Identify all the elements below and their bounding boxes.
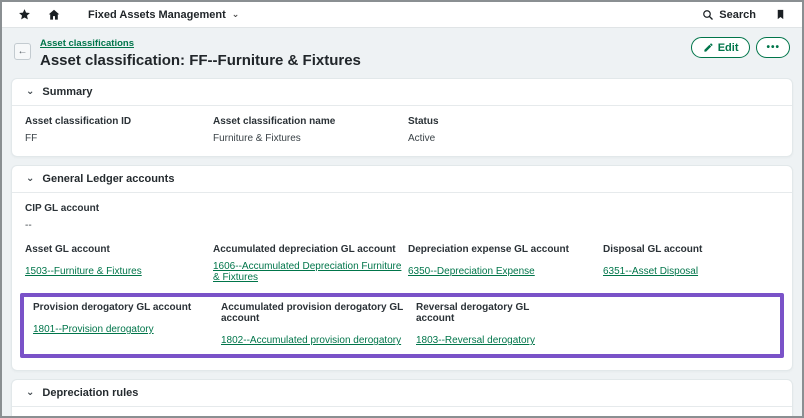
field-label: Provision derogatory GL account [33, 302, 221, 313]
chevron-down-icon: ⌄ [26, 87, 34, 97]
field-cip-gl-account: CIP GL account -- [25, 203, 779, 231]
section-title: General Ledger accounts [42, 173, 174, 185]
top-bar: Fixed Assets Management ⌄ Search [2, 2, 802, 28]
back-button[interactable]: ← [14, 43, 31, 60]
section-title: Summary [42, 86, 92, 98]
page-header: ← Asset classifications Asset classifica… [2, 28, 802, 76]
gl-account-link[interactable]: 1606--Accumulated Depreciation Furniture… [213, 261, 408, 283]
field-label: Asset classification name [213, 116, 408, 127]
home-icon[interactable] [44, 5, 64, 25]
field-reversal-derogatory-gl-account: Reversal derogatory GL account 1803--Rev… [416, 302, 564, 348]
field-label: Depreciation expense GL account [408, 244, 603, 255]
depreciation-rules-section-toggle[interactable]: ⌄ Depreciation rules [12, 380, 792, 407]
section-title: Depreciation rules [42, 387, 138, 399]
gl-account-link[interactable]: 6350--Depreciation Expense [408, 266, 535, 277]
annotation-box-derogatory-accounts: Provision derogatory GL account 1801--Pr… [20, 293, 784, 358]
gl-account-link[interactable]: 1503--Furniture & Fixtures [25, 266, 142, 277]
field-asset-classification-id: Asset classification ID FF [25, 116, 213, 144]
app-window: Fixed Assets Management ⌄ Search ← Asset… [0, 0, 804, 418]
gl-account-link[interactable]: 1803--Reversal derogatory [416, 335, 535, 346]
chevron-down-icon: ⌄ [232, 10, 240, 19]
field-label: CIP GL account [25, 203, 779, 214]
app-menu-label: Fixed Assets Management [88, 9, 226, 21]
field-asset-gl-account: Asset GL account 1503--Furniture & Fixtu… [25, 244, 213, 285]
field-disposal-gl-account: Disposal GL account 6351--Asset Disposal [603, 244, 763, 285]
field-asset-classification-name: Asset classification name Furniture & Fi… [213, 116, 408, 144]
app-menu[interactable]: Fixed Assets Management ⌄ [88, 9, 239, 21]
gl-account-link[interactable]: 1802--Accumulated provision derogatory [221, 335, 401, 346]
gl-account-link[interactable]: 1801--Provision derogatory [33, 324, 154, 335]
summary-section-toggle[interactable]: ⌄ Summary [12, 79, 792, 106]
field-depreciation-expense-gl-account: Depreciation expense GL account 6350--De… [408, 244, 603, 285]
search-icon [702, 9, 714, 21]
field-accumulated-depreciation-gl-account: Accumulated depreciation GL account 1606… [213, 244, 408, 285]
gl-account-link[interactable]: 6351--Asset Disposal [603, 266, 698, 277]
edit-button[interactable]: Edit [691, 37, 751, 58]
gl-accounts-card: ⌄ General Ledger accounts CIP GL account… [11, 165, 793, 371]
field-provision-derogatory-gl-account: Provision derogatory GL account 1801--Pr… [33, 302, 221, 348]
bookmark-icon[interactable] [770, 5, 790, 25]
summary-card: ⌄ Summary Asset classification ID FF Ass… [11, 78, 793, 157]
field-value: Furniture & Fixtures [213, 133, 408, 144]
ellipsis-icon: ••• [766, 42, 780, 53]
field-value: -- [25, 220, 779, 231]
field-label: Status [408, 116, 603, 127]
field-label: Accumulated provision derogatory GL acco… [221, 302, 416, 324]
field-status: Status Active [408, 116, 603, 144]
chevron-down-icon: ⌄ [26, 174, 34, 184]
field-label: Accumulated depreciation GL account [213, 244, 408, 255]
more-actions-button[interactable]: ••• [756, 37, 790, 58]
page-title: Asset classification: FF--Furniture & Fi… [40, 52, 361, 69]
field-value: FF [25, 133, 213, 144]
depreciation-rules-card: ⌄ Depreciation rules Depreciation ...↑ D… [11, 379, 793, 416]
main-content: ⌄ Summary Asset classification ID FF Ass… [2, 76, 802, 416]
favorites-star-icon[interactable] [14, 5, 34, 25]
chevron-down-icon: ⌄ [26, 388, 34, 398]
breadcrumb-link[interactable]: Asset classifications [40, 38, 134, 49]
field-label: Disposal GL account [603, 244, 763, 255]
field-accumulated-provision-derogatory-gl-account: Accumulated provision derogatory GL acco… [221, 302, 416, 348]
gl-accounts-section-toggle[interactable]: ⌄ General Ledger accounts [12, 166, 792, 193]
search-label: Search [719, 9, 756, 21]
search-button[interactable]: Search [702, 9, 756, 21]
edit-button-label: Edit [718, 42, 739, 54]
status-value: Active [408, 133, 603, 144]
field-label: Asset classification ID [25, 116, 213, 127]
field-label: Asset GL account [25, 244, 213, 255]
field-label: Reversal derogatory GL account [416, 302, 564, 324]
left-arrow-icon: ← [18, 46, 28, 57]
pencil-icon [703, 42, 714, 53]
